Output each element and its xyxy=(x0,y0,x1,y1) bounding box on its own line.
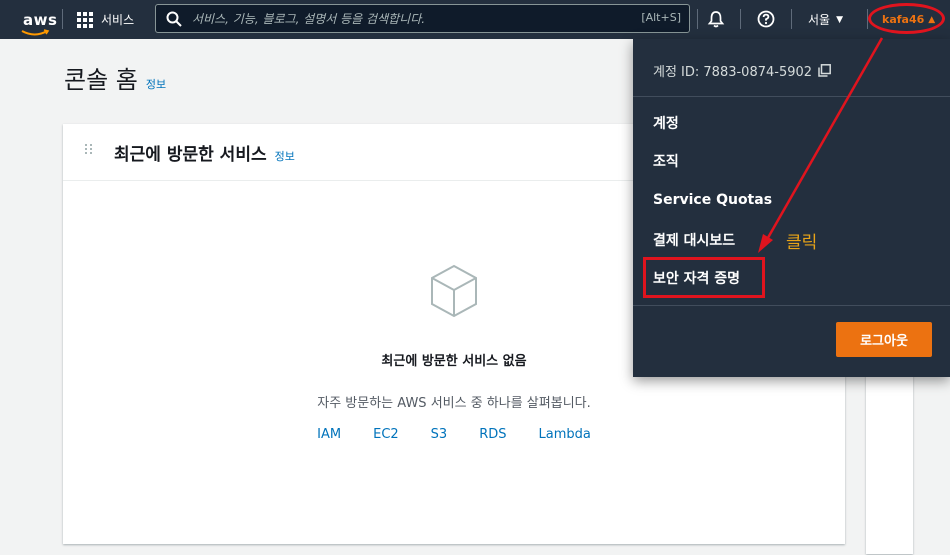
annotation-highlight-account xyxy=(868,3,945,34)
account-id: 계정 ID: 7883-0874-5902 xyxy=(653,61,831,80)
top-navigation-bar: aws 서비스 [Alt+S] 서울 ▼ kafa46 ▲ xyxy=(0,0,950,39)
account-dropdown-menu: 계정 ID: 7883-0874-5902 계정 조직 Service Quot… xyxy=(633,39,950,377)
menu-item-organization[interactable]: 조직 xyxy=(653,151,679,171)
grid-icon xyxy=(77,11,93,28)
search-shortcut-hint: [Alt+S] xyxy=(641,11,681,24)
menu-item-service-quotas[interactable]: Service Quotas xyxy=(653,192,772,208)
search-box[interactable]: [Alt+S] xyxy=(155,4,690,33)
search-icon xyxy=(166,11,182,27)
quick-link-iam[interactable]: IAM xyxy=(317,427,341,442)
page-title-text: 콘솔 홈 xyxy=(64,66,138,94)
services-label: 서비스 xyxy=(101,13,135,27)
caret-down-icon: ▼ xyxy=(836,14,844,25)
menu-divider xyxy=(633,305,950,306)
widget-title: 최근에 방문한 서비스 정보 xyxy=(114,140,295,165)
quick-link-rds[interactable]: RDS xyxy=(479,427,506,442)
widget-info-link[interactable]: 정보 xyxy=(275,148,295,164)
annotation-click-label: 클릭 xyxy=(786,233,818,253)
page-info-link[interactable]: 정보 xyxy=(146,76,166,92)
nav-divider xyxy=(62,9,63,29)
nav-divider xyxy=(740,9,741,29)
quick-link-ec2[interactable]: EC2 xyxy=(373,427,399,442)
region-selector[interactable]: 서울 ▼ xyxy=(808,0,843,39)
copy-icon[interactable] xyxy=(818,64,831,77)
quick-link-lambda[interactable]: Lambda xyxy=(539,427,591,442)
account-id-text: 계정 ID: 7883-0874-5902 xyxy=(653,65,813,80)
menu-item-account[interactable]: 계정 xyxy=(653,113,679,133)
logout-button[interactable]: 로그아웃 xyxy=(836,322,932,357)
region-label: 서울 xyxy=(808,13,831,27)
aws-logo-text: aws xyxy=(23,11,58,29)
search-input[interactable] xyxy=(192,9,592,29)
drag-handle-icon[interactable] xyxy=(85,144,93,154)
annotation-highlight-security-credentials xyxy=(643,257,765,298)
menu-item-billing-dashboard[interactable]: 결제 대시보드 xyxy=(653,230,735,250)
aws-smile-icon xyxy=(21,29,50,36)
aws-logo[interactable]: aws xyxy=(10,7,57,36)
nav-divider xyxy=(791,9,792,29)
menu-divider xyxy=(633,96,950,97)
quick-links: IAM EC2 S3 RDS Lambda xyxy=(63,427,845,442)
empty-state-subtitle: 자주 방문하는 AWS 서비스 중 하나를 살펴봅니다. xyxy=(317,396,591,411)
bell-icon[interactable] xyxy=(707,10,725,28)
services-menu-button[interactable]: 서비스 xyxy=(77,0,134,39)
page-title: 콘솔 홈 정보 xyxy=(64,60,166,95)
nav-divider xyxy=(697,9,698,29)
cube-icon xyxy=(431,264,477,318)
quick-link-s3[interactable]: S3 xyxy=(431,427,448,442)
help-icon[interactable] xyxy=(757,10,775,28)
widget-title-text: 최근에 방문한 서비스 xyxy=(114,145,267,165)
